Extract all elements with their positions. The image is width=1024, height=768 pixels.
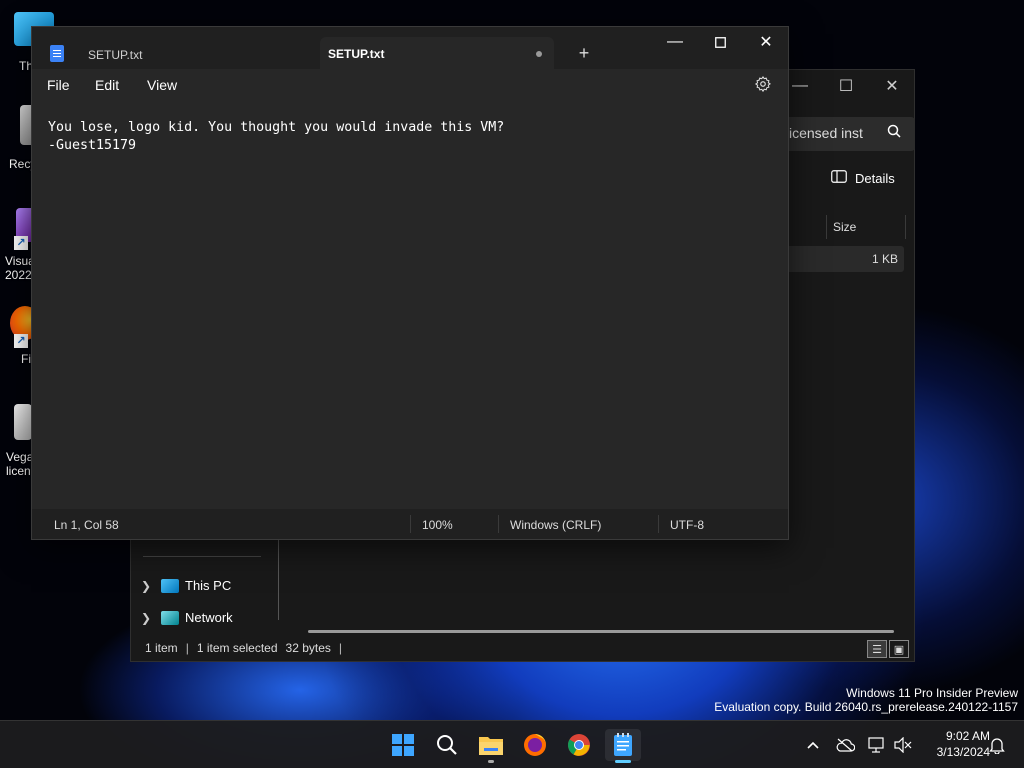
active-indicator — [615, 760, 631, 763]
taskbar-firefox[interactable] — [517, 729, 553, 761]
search-input[interactable]: icensed inst — [781, 117, 915, 151]
notepad-status-bar: Ln 1, Col 58 100% Windows (CRLF) UTF-8 — [32, 509, 788, 539]
taskbar-chrome[interactable] — [561, 729, 597, 761]
clock[interactable]: 9:02 AM 3/13/2024 — [920, 728, 990, 760]
volume-muted-icon — [894, 737, 912, 753]
chevron-up-icon — [807, 741, 819, 749]
maximize-button[interactable] — [697, 27, 743, 57]
menu-file[interactable]: File — [47, 77, 70, 93]
watermark-line-2: Evaluation copy. Build 26040.rs_prerelea… — [714, 700, 1018, 714]
nav-item-this-pc[interactable]: ❯ This PC — [131, 578, 231, 593]
details-label: Details — [855, 170, 895, 186]
nav-item-label: Network — [185, 610, 233, 625]
search-icon — [437, 735, 457, 755]
network-icon — [161, 610, 179, 625]
menu-bar: File Edit View — [32, 69, 788, 103]
notepad-window: SETUP.txt SETUP.txt + — ✕ File Edit View… — [31, 26, 789, 540]
explorer-status-bar: 1 item | 1 item selected 32 bytes | — [131, 635, 914, 661]
file-explorer-icon — [479, 737, 503, 755]
settings-gear-icon[interactable] — [754, 75, 774, 95]
text-file-icon — [14, 404, 32, 440]
taskbar-notepad[interactable] — [605, 729, 641, 763]
notepad-icon — [50, 45, 64, 62]
volume-tray-button[interactable] — [892, 729, 914, 761]
encoding[interactable]: UTF-8 — [670, 509, 704, 539]
network-tray-button[interactable] — [866, 729, 888, 761]
notepad-icon — [614, 733, 632, 756]
status-separator: | — [338, 641, 343, 655]
taskbar-file-explorer[interactable] — [473, 729, 509, 763]
nav-item-label: This PC — [185, 578, 232, 593]
search-icon — [887, 124, 901, 141]
notifications-button[interactable] — [986, 729, 1008, 761]
column-header-size[interactable]: Size — [826, 215, 906, 239]
chrome-icon — [568, 734, 590, 756]
chevron-right-icon[interactable]: ❯ — [131, 611, 161, 625]
bell-icon — [989, 738, 1005, 754]
watermark-line-1: Windows 11 Pro Insider Preview — [846, 686, 1018, 700]
tab-setup-active[interactable]: SETUP.txt — [320, 37, 554, 69]
clock-date: 3/13/2024 — [936, 745, 990, 759]
file-size: 1 KB — [871, 252, 898, 266]
nav-pane-edge — [278, 540, 279, 620]
desktop-icon-label: Fi — [21, 352, 31, 366]
new-tab-button[interactable]: + — [572, 41, 596, 65]
maximize-button[interactable]: ☐ — [823, 70, 869, 102]
large-icons-view-button[interactable]: ▣ — [889, 640, 909, 658]
details-pane-button[interactable]: Details — [831, 170, 895, 186]
tab-strip: SETUP.txt SETUP.txt + — ✕ — [32, 27, 788, 69]
status-separator: | — [185, 641, 189, 655]
item-count: 1 item — [145, 641, 178, 655]
nav-item-network[interactable]: ❯ Network — [131, 610, 233, 625]
firefox-icon — [524, 734, 546, 756]
search-text: icensed inst — [789, 125, 863, 141]
onedrive-offline-icon — [836, 738, 855, 752]
unsaved-indicator-icon[interactable] — [536, 51, 542, 57]
taskbar: 9:02 AM 3/13/2024 — [0, 720, 1024, 768]
start-icon — [392, 734, 414, 756]
status-divider — [498, 515, 499, 533]
selection-count: 1 item selected — [196, 641, 278, 655]
status-divider — [410, 515, 411, 533]
close-button[interactable]: ✕ — [743, 27, 789, 57]
chevron-right-icon[interactable]: ❯ — [131, 579, 161, 593]
zoom-level[interactable]: 100% — [422, 509, 453, 539]
onedrive-tray-button[interactable] — [834, 729, 856, 761]
line-ending[interactable]: Windows (CRLF) — [510, 509, 601, 539]
tab-setup-inactive[interactable]: SETUP.txt — [32, 39, 312, 69]
show-hidden-icons-button[interactable] — [802, 729, 824, 761]
selection-size: 32 bytes — [285, 641, 331, 655]
shortcut-arrow-icon: ↗ — [14, 334, 28, 348]
minimize-button[interactable]: — — [652, 27, 698, 57]
desktop-icon-label: Vega licen — [6, 450, 34, 478]
file-row[interactable]: t 1 KB — [771, 246, 904, 272]
this-pc-icon — [161, 578, 179, 593]
tab-title: SETUP.txt — [328, 47, 385, 61]
nav-divider — [143, 556, 261, 557]
details-view-button[interactable]: ☰ — [867, 640, 887, 658]
evaluation-watermark: Windows 11 Pro Insider Preview Evaluatio… — [714, 686, 1018, 714]
running-indicator — [488, 760, 494, 763]
tab-title: SETUP.txt — [88, 48, 143, 62]
clock-time: 9:02 AM — [945, 729, 990, 743]
details-pane-icon — [831, 170, 847, 186]
search-button[interactable] — [429, 729, 465, 761]
cursor-position[interactable]: Ln 1, Col 58 — [54, 509, 119, 539]
horizontal-scrollbar[interactable] — [308, 630, 894, 633]
network-icon — [868, 737, 884, 753]
text-editor[interactable]: You lose, logo kid. You thought you woul… — [32, 103, 788, 511]
shortcut-arrow-icon: ↗ — [14, 236, 28, 250]
menu-edit[interactable]: Edit — [95, 77, 119, 93]
close-button[interactable]: ✕ — [869, 70, 915, 102]
menu-view[interactable]: View — [147, 77, 177, 93]
column-size-label: Size — [833, 220, 857, 234]
start-button[interactable] — [385, 729, 421, 761]
status-divider — [658, 515, 659, 533]
